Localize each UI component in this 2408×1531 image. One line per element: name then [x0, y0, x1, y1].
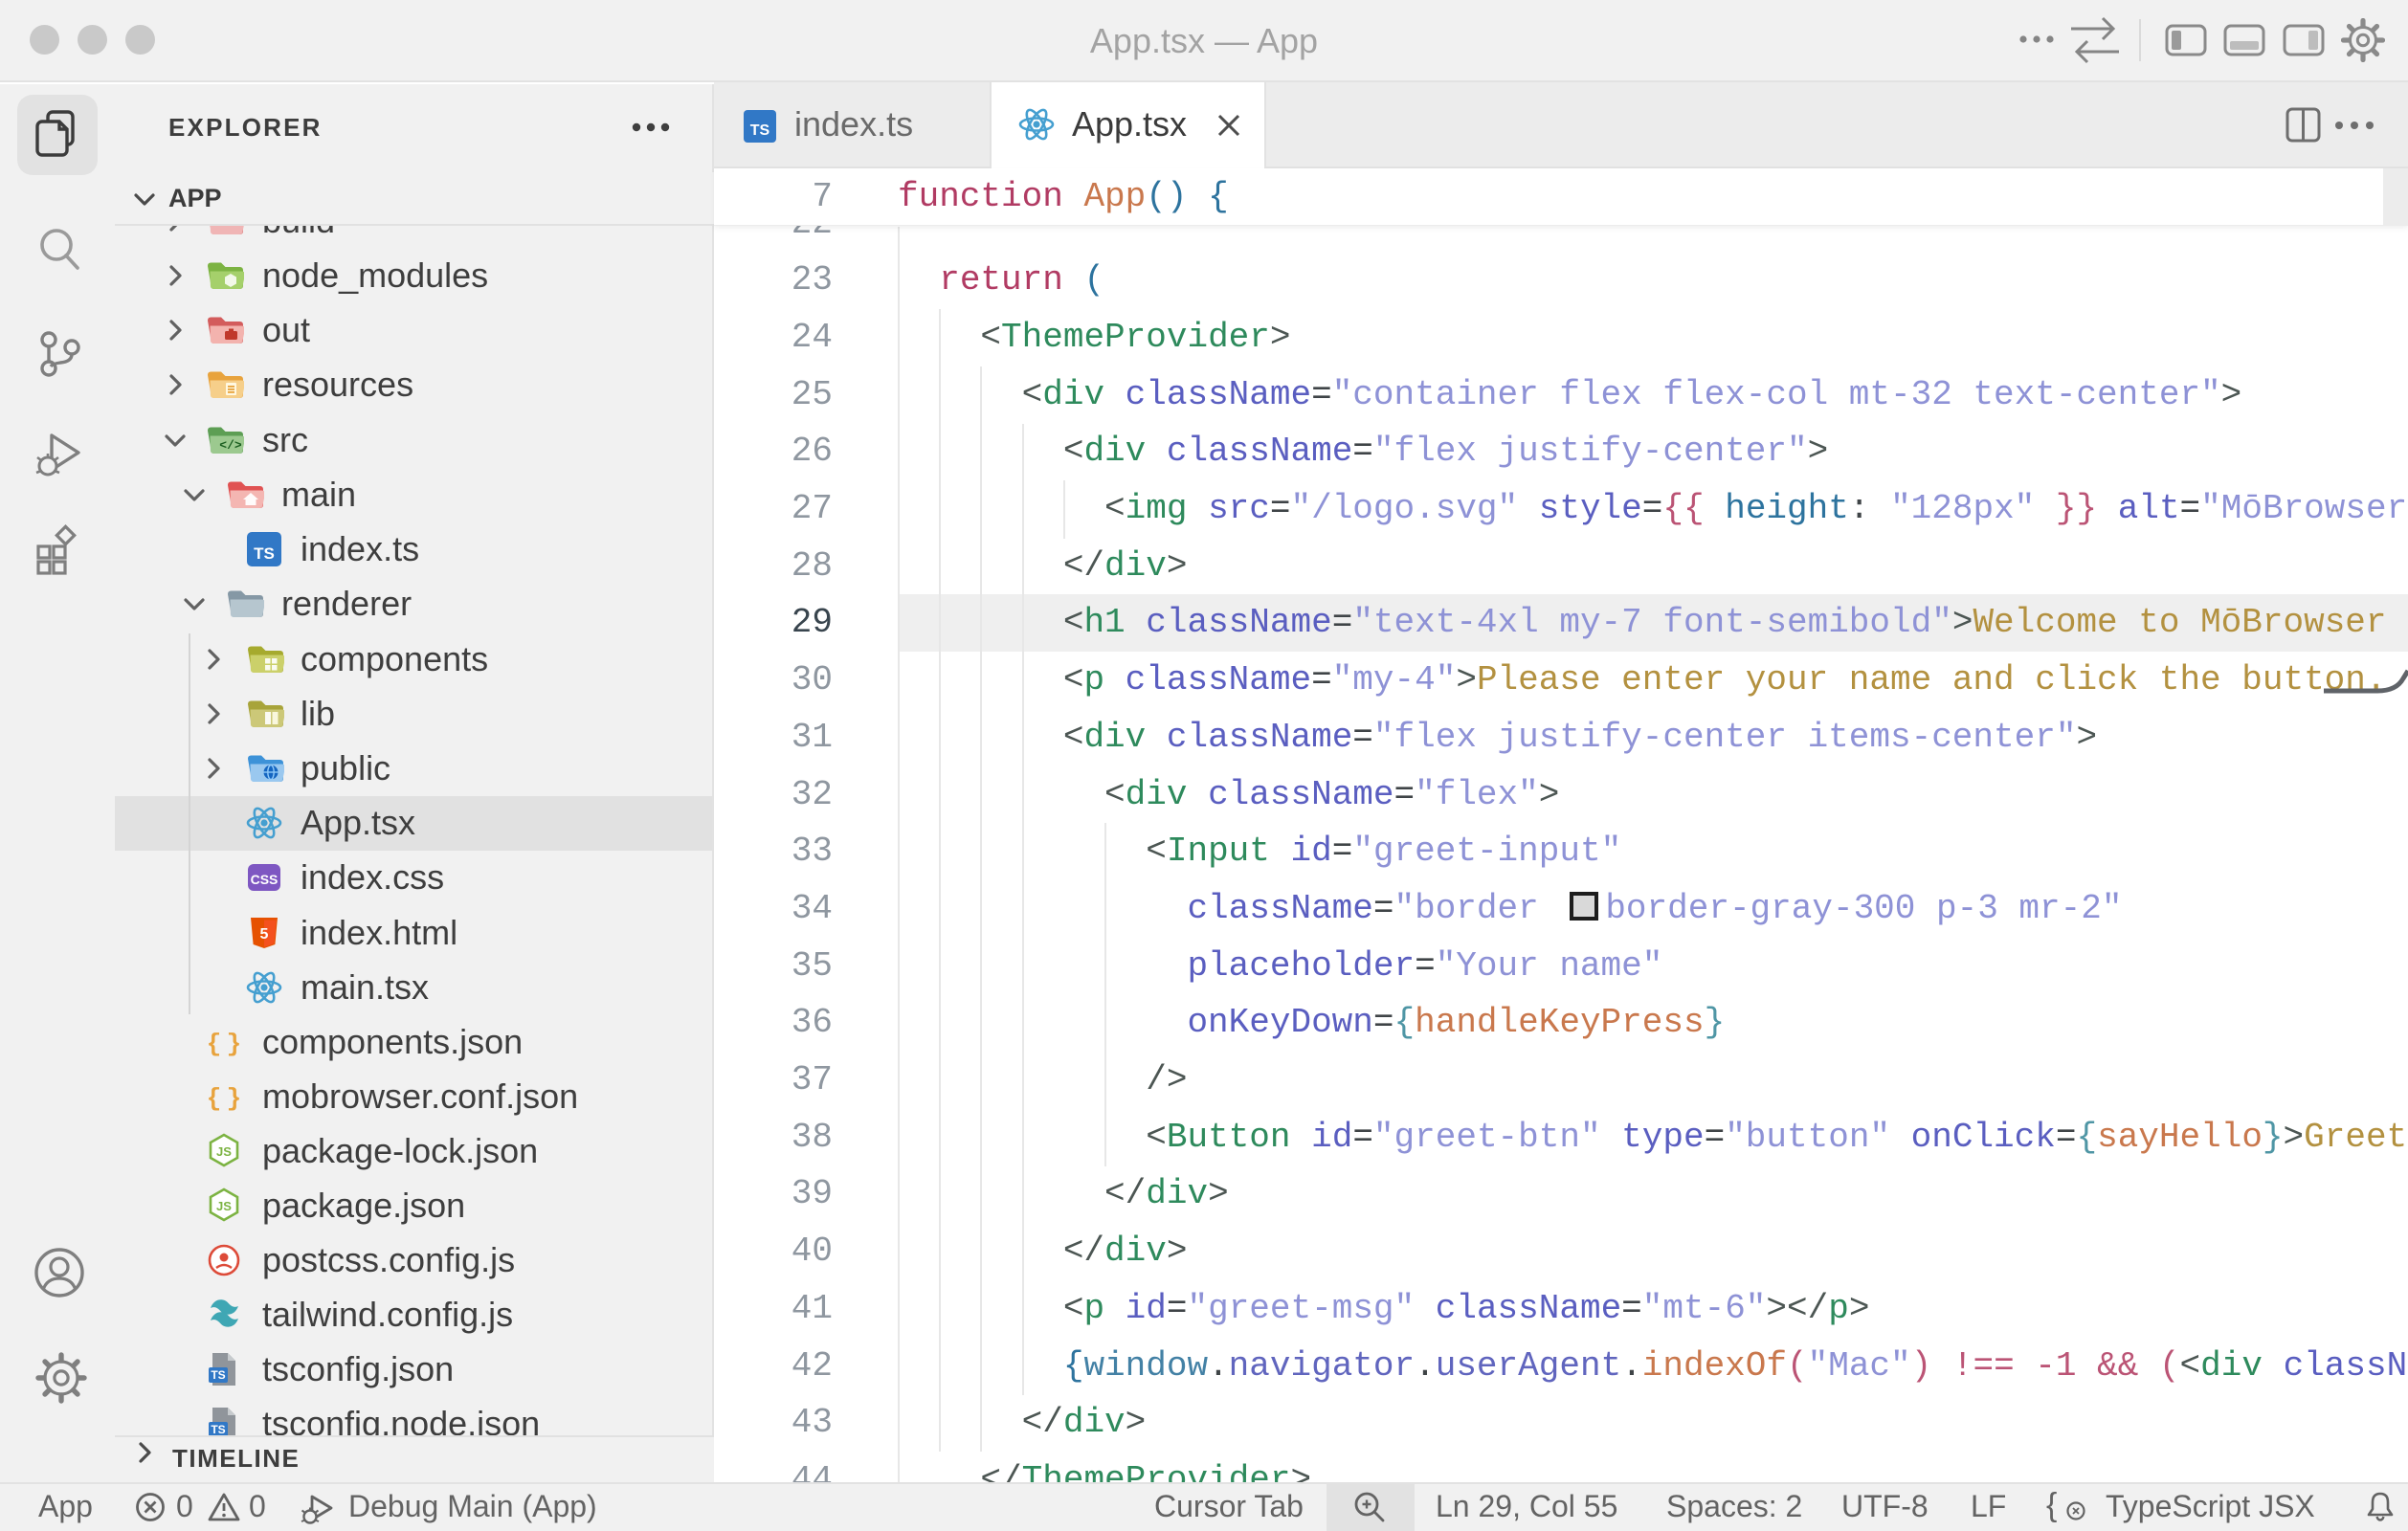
- svg-text:TS: TS: [750, 122, 770, 139]
- svg-text:</>: </>: [219, 438, 242, 453]
- svg-text:JS: JS: [216, 1144, 232, 1159]
- svg-text:{ }: { }: [207, 1084, 241, 1113]
- svg-text:5: 5: [260, 926, 269, 943]
- svg-text:TS: TS: [211, 1368, 225, 1382]
- svg-text:CSS: CSS: [251, 872, 279, 887]
- svg-text:JS: JS: [216, 1199, 232, 1213]
- svg-text:{ }: { }: [207, 1030, 241, 1058]
- svg-text:TS: TS: [211, 1423, 225, 1435]
- svg-text:TS: TS: [254, 544, 275, 563]
